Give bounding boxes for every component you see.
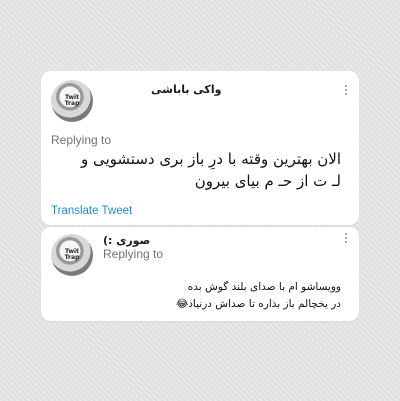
replying-to-label: Replying to bbox=[103, 247, 164, 261]
twit-trap-logo: Twit Trap bbox=[64, 94, 80, 107]
display-name[interactable]: واکی باباشی bbox=[151, 83, 221, 96]
avatar[interactable]: Twit Trap bbox=[51, 234, 93, 276]
replying-to-label: Replying to bbox=[51, 133, 112, 147]
tweet-text-line: لـ ت از حـ م بیای بیرون bbox=[194, 172, 341, 190]
tweet-text: وویساشو ام با صدای بلند گوش بده در یخچال… bbox=[41, 279, 341, 313]
more-options-icon[interactable] bbox=[345, 85, 347, 95]
tweet-text-line: الان بهترین وقته با درِ باز بری دستشویی … bbox=[80, 150, 341, 168]
twit-trap-logo: Twit Trap bbox=[64, 248, 80, 261]
tweet-card-2: Twit Trap صوری :) Replying to وویساشو ام… bbox=[41, 227, 359, 321]
more-options-icon[interactable] bbox=[345, 233, 347, 243]
tweet-text-line: وویساشو ام با صدای بلند گوش بده bbox=[187, 281, 341, 293]
tweet-card-1: Twit Trap واکی باباشی Replying to الان ب… bbox=[41, 71, 359, 225]
display-name[interactable]: صوری :) bbox=[103, 234, 150, 247]
translate-tweet-link[interactable]: Translate Tweet bbox=[51, 205, 132, 217]
tweet-text-line: در یخچالم باز بذاره تا صداش درنیاد😂 bbox=[175, 298, 341, 310]
avatar[interactable]: Twit Trap bbox=[51, 80, 93, 122]
tweet-text: الان بهترین وقته با درِ باز بری دستشویی … bbox=[41, 148, 341, 192]
